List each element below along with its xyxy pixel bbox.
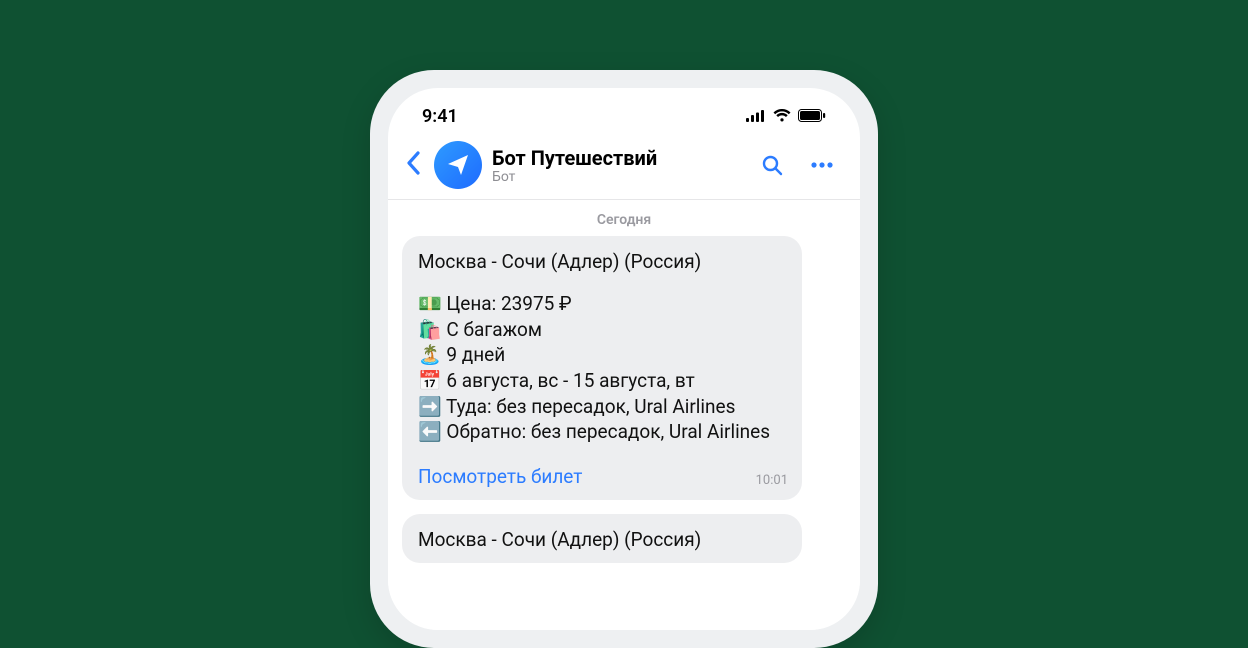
message-route: Москва - Сочи (Адлер) (Россия) — [418, 250, 786, 273]
phone-frame: 9:41 Бо — [370, 70, 878, 648]
view-ticket-link[interactable]: Посмотреть билет — [418, 465, 582, 488]
status-time: 9:41 — [422, 106, 458, 127]
chat-title-block[interactable]: Бот Путешествий Бот — [492, 146, 742, 185]
more-button[interactable] — [802, 157, 842, 173]
status-bar: 9:41 — [388, 88, 860, 133]
message-bubble[interactable]: Москва - Сочи (Адлер) (Россия) 💵 Цена: 2… — [402, 236, 802, 500]
message-route: Москва - Сочи (Адлер) (Россия) — [418, 528, 786, 551]
more-icon — [810, 161, 834, 169]
search-icon — [760, 153, 784, 177]
message-time: 10:01 — [756, 473, 788, 488]
phone-screen: 9:41 Бо — [388, 88, 860, 630]
message-return: ⬅️ Обратно: без пересадок, Ural Airlines — [418, 419, 786, 445]
status-icons — [746, 106, 826, 127]
message-outbound: ➡️ Туда: без пересадок, Ural Airlines — [418, 394, 786, 420]
chat-header: Бот Путешествий Бот — [388, 133, 860, 200]
back-button[interactable] — [402, 148, 424, 183]
bot-avatar[interactable] — [434, 141, 482, 189]
message-duration: 🏝️ 9 дней — [418, 342, 786, 368]
message-bubble[interactable]: Москва - Сочи (Адлер) (Россия) — [402, 514, 802, 563]
chat-title: Бот Путешествий — [492, 146, 742, 170]
battery-icon — [798, 106, 826, 127]
airplane-icon — [445, 150, 471, 180]
search-button[interactable] — [752, 149, 792, 181]
cellular-icon — [746, 106, 766, 127]
chat-body[interactable]: Сегодня Москва - Сочи (Адлер) (Россия) 💵… — [388, 200, 860, 630]
message-baggage: 🛍️ С багажом — [418, 317, 786, 343]
date-separator: Сегодня — [402, 212, 846, 228]
message-dates: 📅 6 августа, вс - 15 августа, вт — [418, 368, 786, 394]
message-price: 💵 Цена: 23975 ₽ — [418, 291, 786, 317]
chat-subtitle: Бот — [492, 169, 742, 185]
wifi-icon — [773, 106, 791, 127]
